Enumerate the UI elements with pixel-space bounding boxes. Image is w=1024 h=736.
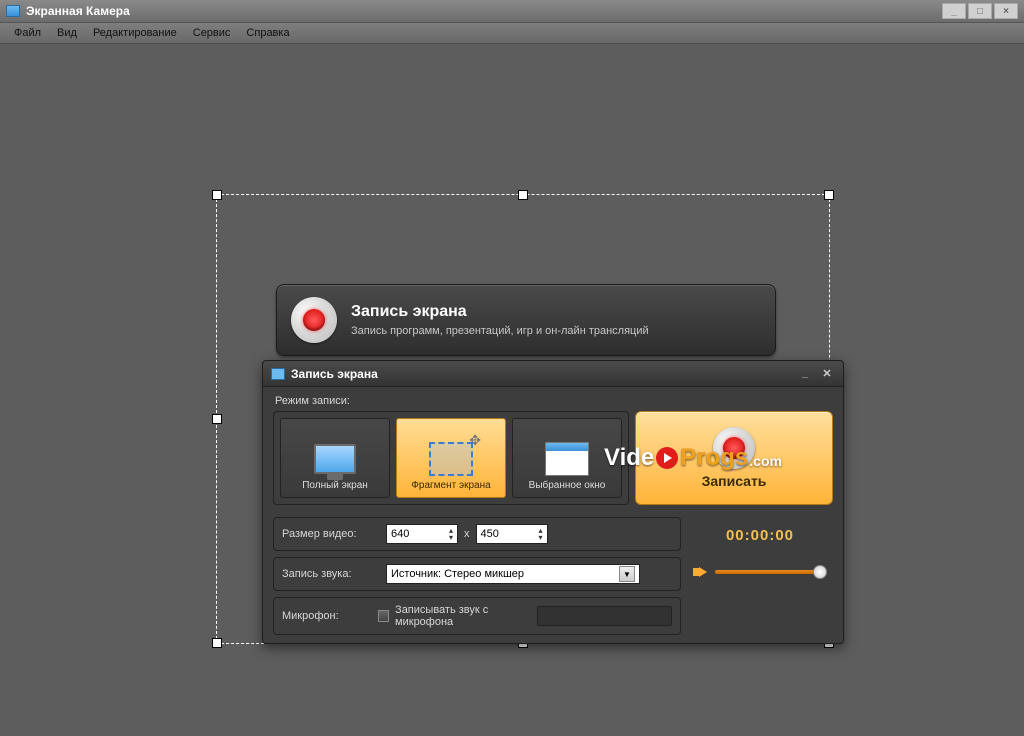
sound-source-value: Источник: Стерео микшер xyxy=(391,568,524,580)
minimize-button[interactable]: _ xyxy=(942,3,966,19)
fragment-icon xyxy=(429,442,473,476)
dialog-icon xyxy=(271,368,285,380)
window-icon xyxy=(545,442,589,476)
window-title: Экранная Камера xyxy=(26,4,130,18)
mode-fragment[interactable]: Фрагмент экрана xyxy=(396,418,506,498)
app-icon xyxy=(6,5,20,17)
sound-row: Запись звука: Источник: Стерео микшер ▼ xyxy=(273,557,681,591)
mic-checkbox-label: Записывать звук с микрофона xyxy=(395,604,537,628)
menu-edit[interactable]: Редактирование xyxy=(85,24,185,42)
sound-source-combo[interactable]: Источник: Стерео микшер ▼ xyxy=(386,564,640,584)
mode-fullscreen[interactable]: Полный экран xyxy=(280,418,390,498)
handle-ne[interactable] xyxy=(824,190,834,200)
mic-checkbox[interactable] xyxy=(378,610,389,622)
size-label: Размер видео: xyxy=(282,528,386,540)
chevron-down-icon[interactable]: ▼ xyxy=(619,566,635,582)
mic-label: Микрофон: xyxy=(282,610,378,622)
width-input[interactable]: 640 ▴▾ xyxy=(386,524,458,544)
height-value: 450 xyxy=(481,528,499,540)
record-button-label: Записать xyxy=(702,473,767,489)
record-banner: Запись экрана Запись программ, презентац… xyxy=(276,284,776,356)
banner-subtitle: Запись программ, презентаций, игр и он-л… xyxy=(351,325,649,337)
speaker-icon xyxy=(699,567,707,577)
handle-n[interactable] xyxy=(518,190,528,200)
menu-file[interactable]: Файл xyxy=(6,24,49,42)
timer: 00:00:00 xyxy=(726,527,794,544)
dialog-close-button[interactable]: ✕ xyxy=(819,367,835,381)
handle-nw[interactable] xyxy=(212,190,222,200)
menu-help[interactable]: Справка xyxy=(238,24,297,42)
record-button[interactable]: Записать xyxy=(635,411,833,505)
height-spinner[interactable]: ▴▾ xyxy=(538,527,542,541)
mode-fragment-label: Фрагмент экрана xyxy=(411,480,490,491)
record-dialog: Запись экрана _ ✕ Режим записи: Полный э… xyxy=(262,360,844,644)
width-value: 640 xyxy=(391,528,409,540)
monitor-icon xyxy=(314,444,356,474)
handle-sw[interactable] xyxy=(212,638,222,648)
mode-window-label: Выбранное окно xyxy=(529,480,606,491)
volume-slider-thumb[interactable] xyxy=(813,565,827,579)
workspace: Запись экрана Запись программ, презентац… xyxy=(0,44,1024,736)
height-input[interactable]: 450 ▴▾ xyxy=(476,524,548,544)
banner-title: Запись экрана xyxy=(351,303,649,321)
mic-level xyxy=(537,606,672,626)
mode-window[interactable]: Выбранное окно xyxy=(512,418,622,498)
record-dot-icon xyxy=(291,297,337,343)
dialog-minimize-button[interactable]: _ xyxy=(797,367,813,381)
width-spinner[interactable]: ▴▾ xyxy=(449,527,453,541)
dimension-separator: x xyxy=(464,528,470,540)
record-button-icon xyxy=(713,427,755,469)
sound-label: Запись звука: xyxy=(282,568,386,580)
dialog-titlebar[interactable]: Запись экрана _ ✕ xyxy=(263,361,843,387)
menu-view[interactable]: Вид xyxy=(49,24,85,42)
mode-label: Режим записи: xyxy=(275,395,833,407)
size-row: Размер видео: 640 ▴▾ x 450 ▴▾ xyxy=(273,517,681,551)
mic-row: Микрофон: Записывать звук с микрофона xyxy=(273,597,681,635)
menubar: Файл Вид Редактирование Сервис Справка xyxy=(0,22,1024,44)
close-button[interactable]: × xyxy=(994,3,1018,19)
handle-w[interactable] xyxy=(212,414,222,424)
menu-service[interactable]: Сервис xyxy=(185,24,239,42)
mode-group: Полный экран Фрагмент экрана Выбранное о… xyxy=(273,411,629,505)
titlebar: Экранная Камера _ □ × xyxy=(0,0,1024,22)
mode-fullscreen-label: Полный экран xyxy=(302,480,368,491)
volume-row xyxy=(699,567,821,577)
volume-slider[interactable] xyxy=(715,570,821,574)
dialog-title: Запись экрана xyxy=(291,367,378,381)
maximize-button[interactable]: □ xyxy=(968,3,992,19)
